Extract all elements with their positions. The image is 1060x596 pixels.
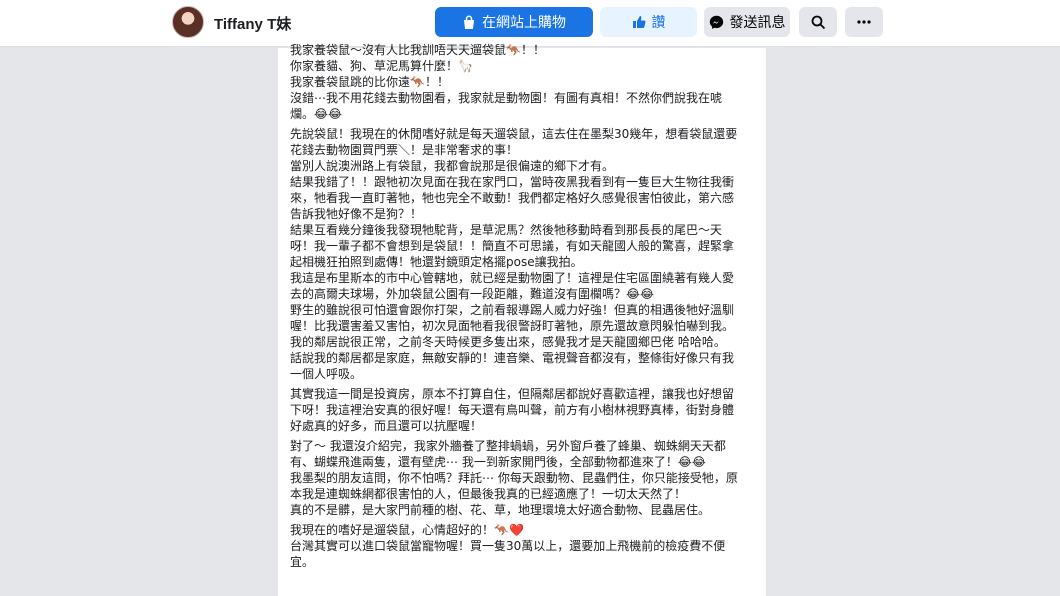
post-text-line: 起相機狂拍照到處傳！牠還對鏡頭定格擺pose讓我拍。 bbox=[290, 255, 583, 269]
post-text-line: 本我是連蜘蛛網都很害怕的人，但最後我真的已經適應了！一切太天然了！ bbox=[290, 487, 687, 501]
post-body: 我家養袋鼠～沒有人比我訓唔天天遛袋鼠🦘！！ 你家養貓、狗、草泥馬算什麼！🦙 我家養袋… bbox=[290, 42, 760, 574]
profile-name[interactable]: Tiffany T妹 bbox=[214, 13, 291, 34]
more-options-button[interactable] bbox=[845, 7, 883, 37]
post-text-line: 來，牠看我一直盯著牠，牠也完全不敢動！我們都定格好久感覺很害怕彼此，第六感 bbox=[290, 191, 735, 205]
shop-on-website-button[interactable]: 在網站上購物 bbox=[435, 7, 593, 37]
post-paragraph: 我現在的嗜好是遛袋鼠，心情超好的！🦘❤️ 台灣其實可以進口袋鼠當寵物喔！買一隻30… bbox=[290, 522, 760, 570]
post-text-line: 其實我這一間是投資房，原本不打算自住，但隔鄰居都說好喜歡這裡，讓我也好想留 bbox=[290, 387, 735, 401]
post-text-line: 當別人說澳洲路上有袋鼠，我都會說那是很偏遠的鄉下才有。 bbox=[290, 159, 615, 173]
avatar[interactable] bbox=[172, 6, 204, 38]
post-text-line: 喔！比我還害羞又害怕，初次見面牠看我很警訝盯著牠，原先還故意閃躲怕嚇到我。 bbox=[290, 319, 735, 333]
post-text-line: 結果互看幾分鐘後我發現牠駝背，是草泥馬？然後牠移動時看到那長長的尾巴～天 bbox=[290, 223, 723, 237]
post-text-line: 我現在的嗜好是遛袋鼠，心情超好的！🦘❤️ bbox=[290, 523, 524, 537]
post-text-line: 我的鄰居說很正常，之前冬天時候更多隻出來，感覺我才是天龍國鄉巴佬 哈哈哈。 bbox=[290, 335, 726, 349]
post-text-line: 我家養袋鼠～沒有人比我訓唔天天遛袋鼠🦘！！ bbox=[290, 43, 545, 57]
post-paragraph: 先說袋鼠！我現在的休閒嗜好就是每天遛袋鼠，這去住在墨梨30幾年，想看袋鼠還要 花錢… bbox=[290, 126, 760, 382]
more-icon bbox=[857, 20, 871, 24]
post-paragraph: 對了～ 我還沒介紹完，我家外牆養了整排蝸蝸，另外窗戶養了蜂巢、蜘蛛網天天都 有、蝴… bbox=[290, 438, 760, 518]
post-text-line: 去的高爾夫球場，外加袋鼠公園有一段距離，難道沒有圍欄嗎？😂😂 bbox=[290, 287, 655, 301]
post-text-line: 結果我錯了！！跟牠初次見面在我在家門口，當時夜黑我看到有一隻巨大生物往我衝 bbox=[290, 175, 735, 189]
post-text-line: 話說我的鄰居都是家庭，無敵安靜的！連音樂、電視聲音都沒有，整條街好像只有我 bbox=[290, 351, 735, 365]
post-text-line: 宜。 bbox=[290, 555, 315, 569]
post-text-line: 有、蝴蝶飛進兩隻，還有壁虎⋯ 我一到新家開門後，全部動物都進來了！😂😂 bbox=[290, 455, 706, 469]
post-text-line: 爛。😂😂 bbox=[290, 107, 343, 121]
page-header-bar: Tiffany T妹 在網站上購物 讚 發送訊息 bbox=[0, 0, 1060, 47]
search-button[interactable] bbox=[799, 7, 837, 37]
post-text-line: 我家養袋鼠跳的比你遠🦘！！ bbox=[290, 75, 449, 89]
message-button-label: 發送訊息 bbox=[729, 15, 786, 31]
shopping-bag-icon bbox=[462, 15, 476, 30]
search-icon bbox=[811, 15, 826, 30]
post-text-line: 我這是布里斯本的市中心管轄地，就已經是動物園了！這裡是住宅區圍繞著有幾人愛 bbox=[290, 271, 735, 285]
like-button-label: 讚 bbox=[651, 15, 666, 31]
post-text-line: 一個人呼吸。 bbox=[290, 367, 363, 381]
post-text-line: 我墨梨的朋友這問，你不怕嗎？拜託⋯ 你每天跟動物、昆蟲們住，你只能接受牠，原 bbox=[290, 471, 738, 485]
post-text-line: 台灣其實可以進口袋鼠當寵物喔！買一隻30萬以上，還要加上飛機前的檢疫費不便 bbox=[290, 539, 726, 553]
post-text-line: 沒錯⋯我不用花錢去動物園看，我家就是動物園！有圖有真相！不然你們說我在唬 bbox=[290, 91, 723, 105]
post-text-line: 你家養貓、狗、草泥馬算什麼！🦙 bbox=[290, 59, 473, 73]
post-paragraph: 我家養袋鼠～沒有人比我訓唔天天遛袋鼠🦘！！ 你家養貓、狗、草泥馬算什麼！🦙 我家養袋… bbox=[290, 42, 760, 122]
shop-button-label: 在網站上購物 bbox=[482, 15, 566, 31]
send-message-button[interactable]: 發送訊息 bbox=[704, 7, 790, 37]
messenger-icon bbox=[709, 15, 724, 30]
post-text-line: 花錢去動物園買門票＼！是非常奢求的事！ bbox=[290, 143, 519, 157]
thumbs-up-icon bbox=[632, 15, 646, 29]
post-text-line: 呀！我一輩子都不會想到是袋鼠！！簡直不可思議，有如天龍國人般的驚喜，趕緊拿 bbox=[290, 239, 735, 253]
post-text-line: 先說袋鼠！我現在的休閒嗜好就是每天遛袋鼠，這去住在墨梨30幾年，想看袋鼠還要 bbox=[290, 127, 738, 141]
post-text-line: 告訴我牠好像不是狗？！ bbox=[290, 207, 423, 221]
post-text-line: 下呀！我這裡治安真的很好喔！每天還有鳥叫聲，前方有小樹林視野真棒，街對身體 bbox=[290, 403, 735, 417]
post-paragraph: 其實我這一間是投資房，原本不打算自住，但隔鄰居都說好喜歡這裡，讓我也好想留 下呀！… bbox=[290, 386, 760, 434]
post-text-line: 真的不是髒，是大家門前種的樹、花、草，地理環境太好適合動物、昆蟲居住。 bbox=[290, 503, 711, 517]
post-text-line: 野生的雖說很可怕還會跟你打架，之前看報導踢人威力好強！但真的相遇後牠好溫馴 bbox=[290, 303, 735, 317]
like-page-button[interactable]: 讚 bbox=[600, 7, 697, 37]
post-text-line: 對了～ 我還沒介紹完，我家外牆養了整排蝸蝸，另外窗戶養了蜂巢、蜘蛛網天天都 bbox=[290, 439, 726, 453]
post-text-line: 好處真的好多，而且還可以抗壓喔！ bbox=[290, 419, 483, 433]
